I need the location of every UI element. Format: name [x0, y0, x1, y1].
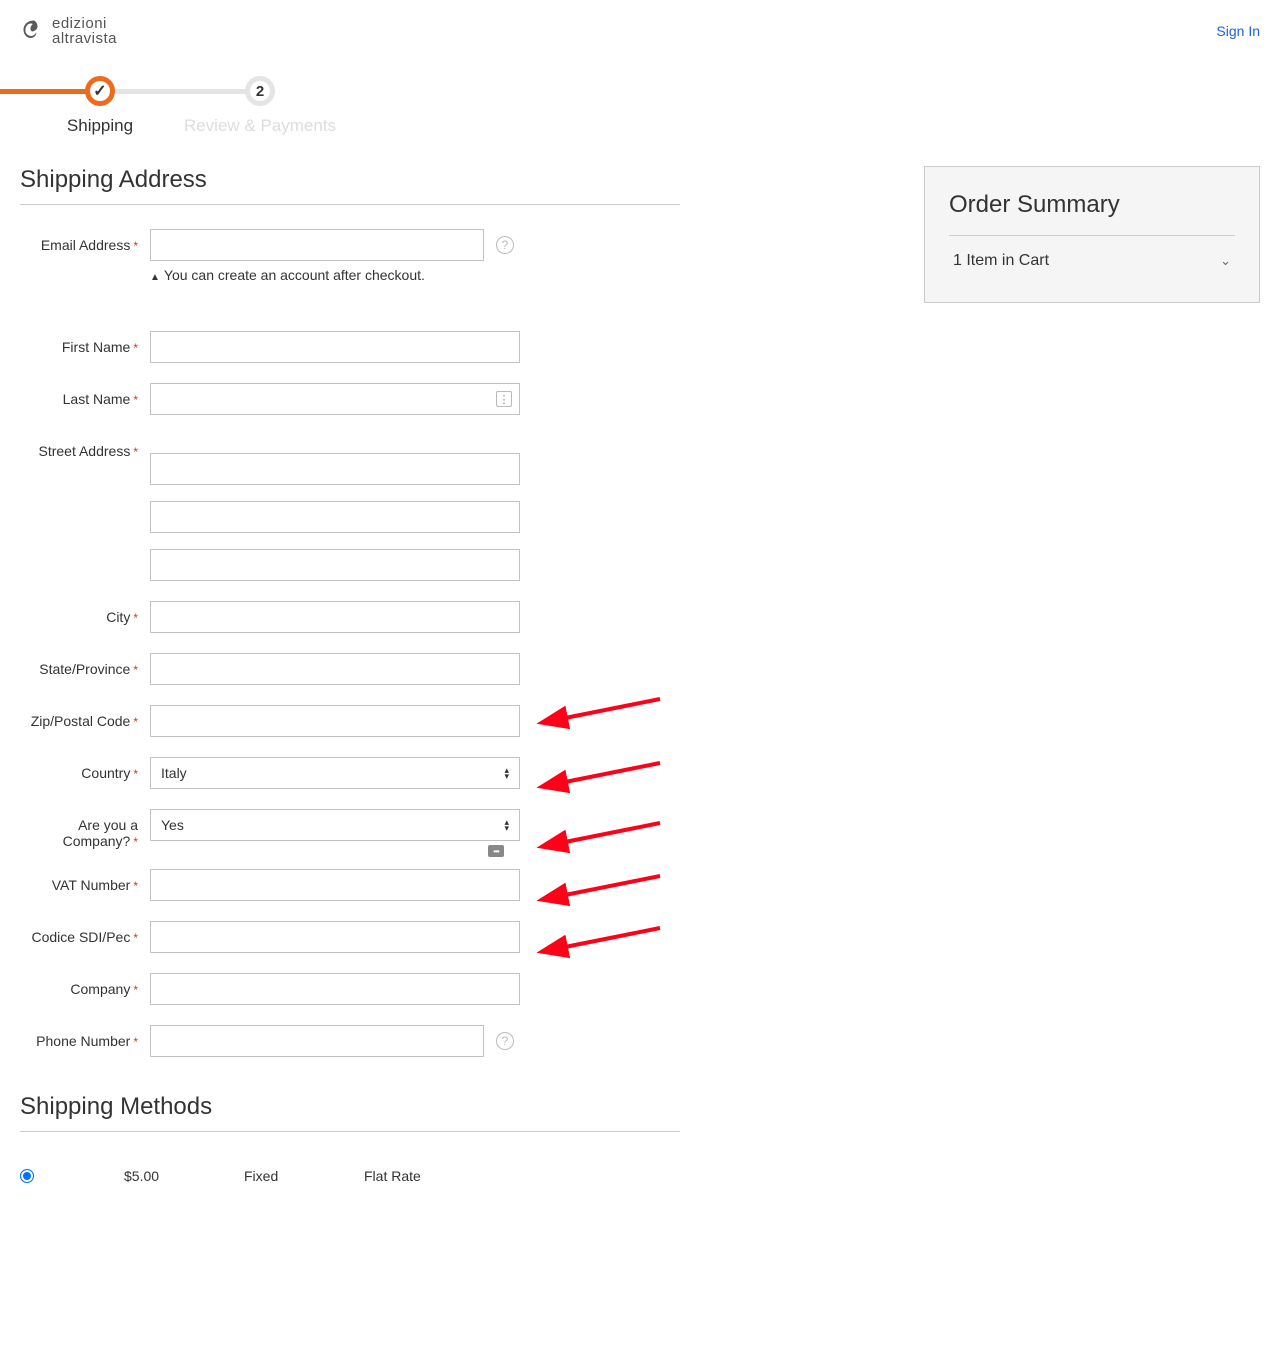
method-price: $5.00: [124, 1168, 244, 1184]
shipping-address-title: Shipping Address: [20, 166, 680, 205]
step-2-label: Review & Payments: [184, 116, 336, 136]
email-field[interactable]: [150, 229, 484, 261]
label-company-q: Are you a Company?*: [20, 809, 150, 849]
chevron-down-icon: ⌄: [1220, 253, 1231, 269]
company-q-select[interactable]: Yes ▴▾: [150, 809, 520, 841]
help-icon[interactable]: ?: [496, 236, 514, 254]
step-2-circle: 2: [245, 76, 275, 106]
label-sdi: Codice SDI/Pec*: [20, 921, 150, 945]
shipping-methods-title: Shipping Methods: [20, 1093, 680, 1132]
radio-selected[interactable]: [20, 1169, 34, 1183]
phone-field[interactable]: [150, 1025, 484, 1057]
method-rate: Flat Rate: [364, 1168, 484, 1184]
cart-toggle[interactable]: 1 Item in Cart ⌄: [949, 236, 1235, 278]
city-field[interactable]: [150, 601, 520, 633]
first-name-field[interactable]: [150, 331, 520, 363]
last-name-field[interactable]: [150, 383, 520, 415]
label-street: Street Address*: [20, 435, 150, 459]
page-header: edizioni altravista Sign In: [20, 16, 1260, 56]
logo[interactable]: edizioni altravista: [20, 16, 117, 46]
password-badge-icon: •••: [488, 845, 504, 857]
order-summary: Order Summary 1 Item in Cart ⌄: [924, 166, 1260, 303]
country-select[interactable]: Italy ▴▾: [150, 757, 520, 789]
method-type: Fixed: [244, 1168, 364, 1184]
chevron-updown-icon: ▴▾: [504, 767, 509, 779]
signin-link[interactable]: Sign In: [1216, 23, 1260, 39]
gecko-icon: [20, 17, 48, 45]
label-zip: Zip/Postal Code*: [20, 705, 150, 729]
state-field[interactable]: [150, 653, 520, 685]
company-field[interactable]: [150, 973, 520, 1005]
label-city: City*: [20, 601, 150, 625]
check-icon: ✓: [93, 81, 106, 101]
step-1-circle: ✓: [85, 76, 115, 106]
label-vat: VAT Number*: [20, 869, 150, 893]
help-icon[interactable]: ?: [496, 1032, 514, 1050]
label-state: State/Province*: [20, 653, 150, 677]
label-company: Company*: [20, 973, 150, 997]
order-summary-title: Order Summary: [949, 191, 1235, 236]
label-email: Email Address*: [20, 229, 150, 253]
vat-field[interactable]: [150, 869, 520, 901]
progress-bar: ✓ Shipping 2 Review & Payments: [20, 76, 340, 136]
logo-text-top: edizioni: [52, 16, 117, 31]
label-first-name: First Name*: [20, 331, 150, 355]
shipping-method-row[interactable]: $5.00 Fixed Flat Rate: [20, 1156, 680, 1196]
street-1-field[interactable]: [150, 453, 520, 485]
label-last-name: Last Name*: [20, 383, 150, 407]
step-1-label: Shipping: [67, 116, 133, 136]
street-3-field[interactable]: [150, 549, 520, 581]
contact-card-icon: ⋮: [496, 391, 512, 407]
chevron-updown-icon: ▴▾: [504, 819, 509, 831]
label-country: Country*: [20, 757, 150, 781]
logo-text-bottom: altravista: [52, 31, 117, 46]
sdi-field[interactable]: [150, 921, 520, 953]
email-hint: ▲You can create an account after checkou…: [150, 267, 484, 283]
street-2-field[interactable]: [150, 501, 520, 533]
zip-field[interactable]: [150, 705, 520, 737]
label-phone: Phone Number*: [20, 1025, 150, 1049]
